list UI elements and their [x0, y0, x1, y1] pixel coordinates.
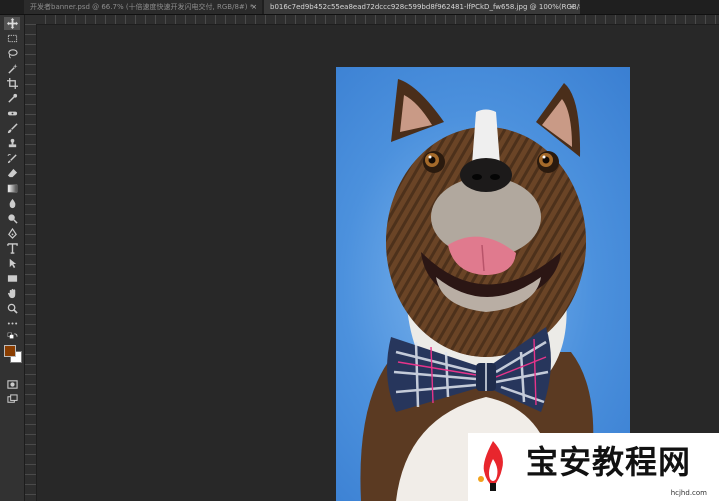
horizontal-ruler[interactable] [36, 15, 719, 25]
vertical-ruler[interactable] [25, 15, 37, 501]
pen-tool-icon[interactable] [4, 227, 20, 240]
eraser-tool-icon[interactable] [4, 167, 20, 180]
watermark-url: hcjhd.com [670, 489, 707, 497]
color-swatches[interactable] [4, 345, 22, 363]
tools-panel [0, 15, 25, 501]
hand-tool-icon[interactable] [4, 287, 20, 300]
watermark-title: 宝安教程网 [526, 443, 692, 481]
quick-mask-icon[interactable] [4, 378, 20, 391]
flame-logo-icon [478, 441, 503, 491]
default-colors-icon[interactable] [4, 331, 20, 344]
crop-tool-icon[interactable] [4, 77, 20, 90]
marquee-tool-icon[interactable] [4, 32, 20, 45]
tab-label: 开发者banner.psd @ 66.7% (十倍速度快速开发闪电交付, RGB… [30, 3, 254, 11]
eyedropper-tool-icon[interactable] [4, 92, 20, 105]
dodge-tool-icon[interactable] [4, 212, 20, 225]
gradient-tool-icon[interactable] [4, 182, 20, 195]
close-icon[interactable]: × [251, 0, 257, 14]
tab-label: b016c7ed9b452c55ea8ead72dccc928c599bd8f9… [270, 3, 580, 11]
magic-wand-tool-icon[interactable] [4, 62, 20, 75]
move-tool-icon[interactable] [4, 17, 20, 30]
clone-stamp-tool-icon[interactable] [4, 137, 20, 150]
zoom-tool-icon[interactable] [4, 302, 20, 315]
close-icon[interactable]: × [569, 0, 575, 14]
history-brush-tool-icon[interactable] [4, 152, 20, 165]
more-tools-icon[interactable] [4, 317, 20, 330]
path-selection-tool-icon[interactable] [4, 257, 20, 270]
document-tab-bar: 开发者banner.psd @ 66.7% (十倍速度快速开发闪电交付, RGB… [0, 0, 719, 15]
type-tool-icon[interactable] [4, 242, 20, 255]
tab-developer-banner[interactable]: 开发者banner.psd @ 66.7% (十倍速度快速开发闪电交付, RGB… [24, 0, 262, 14]
blur-tool-icon[interactable] [4, 197, 20, 210]
healing-brush-tool-icon[interactable] [4, 107, 20, 120]
brush-tool-icon[interactable] [4, 122, 20, 135]
lasso-tool-icon[interactable] [4, 47, 20, 60]
foreground-color-swatch[interactable] [4, 345, 16, 357]
screen-mode-icon[interactable] [4, 393, 20, 406]
tab-dog-image[interactable]: b016c7ed9b452c55ea8ead72dccc928c599bd8f9… [264, 0, 580, 14]
site-watermark: 宝安教程网 hcjhd.com [468, 433, 719, 501]
rectangle-tool-icon[interactable] [4, 272, 20, 285]
